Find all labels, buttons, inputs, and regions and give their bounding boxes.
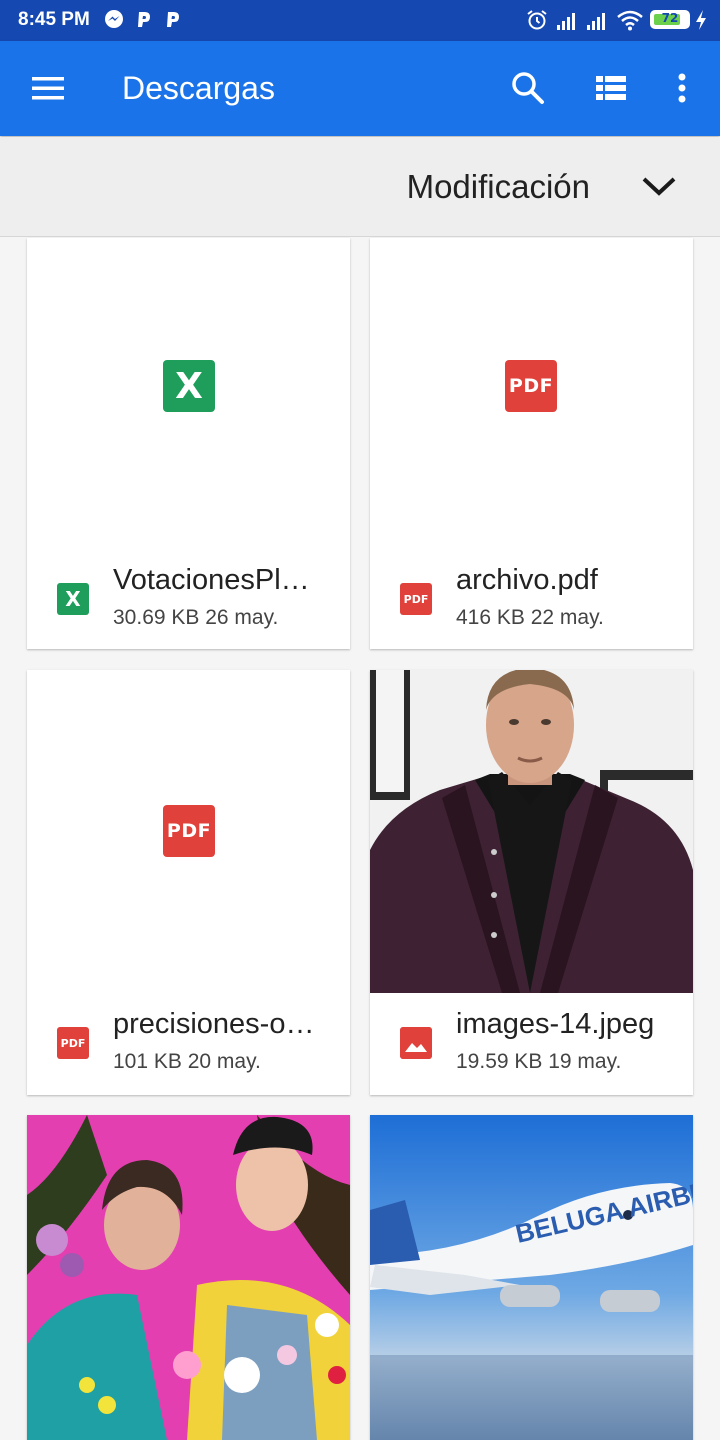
file-info: 30.69 KB 26 may. <box>113 606 279 629</box>
file-card[interactable]: PDF PDF precisiones-o… 101 KB 20 may. <box>27 670 350 1095</box>
page-title: Descargas <box>122 70 275 106</box>
file-info: 416 KB 22 may. <box>456 606 604 629</box>
wifi-icon <box>617 10 643 31</box>
man-in-suit-photo <box>370 670 693 993</box>
file-card[interactable]: X X VotacionesPl… 30.69 KB 26 may. <box>27 238 350 649</box>
file-card[interactable] <box>27 1115 350 1440</box>
app-bar: Descargas <box>0 41 720 136</box>
file-thumbnail: PDF <box>27 670 350 993</box>
image-icon <box>400 1027 432 1059</box>
sort-label: Modificación <box>406 168 590 205</box>
search-button[interactable] <box>503 63 553 113</box>
status-bar: 8:45 PM 72 <box>0 0 720 41</box>
airbus-beluga-airplane-photo: BELUGA AIRBUS <box>370 1115 693 1440</box>
list-view-button[interactable] <box>586 63 636 113</box>
spreadsheet-icon: X <box>57 583 89 615</box>
signal-icon <box>557 13 575 30</box>
file-meta: PDF archivo.pdf 416 KB 22 may. <box>370 549 693 649</box>
file-name: images-14.jpeg <box>456 1008 655 1040</box>
battery-icon: 72 <box>650 10 690 29</box>
file-card[interactable]: images-14.jpeg 19.59 KB 19 may. <box>370 670 693 1095</box>
alarm-icon <box>527 10 547 30</box>
list-view-icon <box>596 75 626 101</box>
file-meta: images-14.jpeg 19.59 KB 19 may. <box>370 993 693 1093</box>
file-name: archivo.pdf <box>456 564 598 596</box>
file-card[interactable]: PDF PDF archivo.pdf 416 KB 22 may. <box>370 238 693 649</box>
file-card[interactable]: BELUGA AIRBUS <box>370 1115 693 1440</box>
pdf-icon: PDF <box>400 583 432 615</box>
messenger-icon <box>105 10 123 28</box>
status-time: 8:45 PM <box>18 9 90 30</box>
battery-level: 72 <box>661 11 679 25</box>
file-meta: PDF precisiones-o… 101 KB 20 may. <box>27 993 350 1093</box>
p-app-icon <box>138 12 150 27</box>
more-options-button[interactable] <box>657 63 707 113</box>
chevron-down-icon[interactable] <box>640 173 678 199</box>
file-thumbnail: PDF <box>370 238 693 549</box>
file-name: precisiones-o… <box>113 1008 315 1040</box>
menu-button[interactable] <box>23 63 73 113</box>
more-vert-icon <box>678 73 686 103</box>
menu-icon <box>32 77 64 100</box>
spreadsheet-icon: X <box>163 360 215 412</box>
pdf-icon: PDF <box>57 1027 89 1059</box>
search-icon <box>512 72 544 104</box>
file-info: 19.59 KB 19 may. <box>456 1050 622 1073</box>
signal-icon <box>587 13 605 30</box>
file-meta: X VotacionesPl… 30.69 KB 26 may. <box>27 549 350 649</box>
pdf-icon: PDF <box>505 360 557 412</box>
two-men-with-flowers-photo <box>27 1115 350 1440</box>
sort-bar[interactable]: Modificación <box>0 137 720 237</box>
file-name: VotacionesPl… <box>113 564 310 596</box>
pdf-icon: PDF <box>163 805 215 857</box>
charging-icon <box>696 10 706 30</box>
file-info: 101 KB 20 may. <box>113 1050 261 1073</box>
p-app-icon <box>167 12 179 27</box>
file-thumbnail: X <box>27 238 350 549</box>
